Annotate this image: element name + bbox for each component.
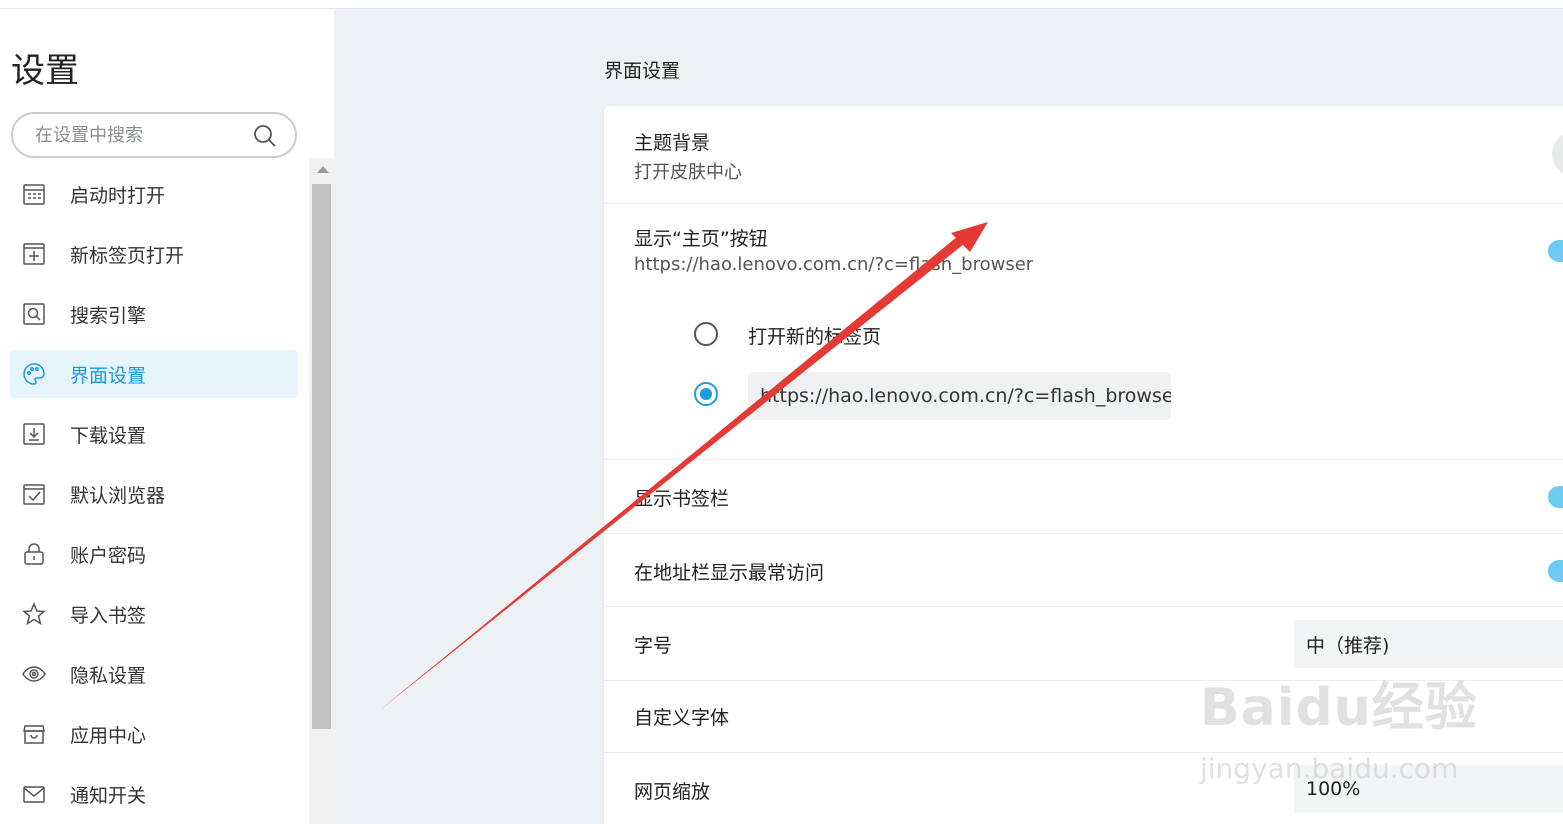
top-border <box>0 0 1563 9</box>
plus-square-icon <box>22 242 46 266</box>
theme-subtitle[interactable]: 打开皮肤中心 <box>634 158 742 184</box>
search-square-icon <box>22 302 46 326</box>
theme-open-button[interactable] <box>1552 132 1563 176</box>
sidebar-item-default-browser[interactable]: 默认浏览器 <box>10 470 298 518</box>
mail-icon <box>22 782 46 806</box>
section-title: 界面设置 <box>604 60 681 82</box>
radio-new-tab-label[interactable]: 打开新的标签页 <box>748 322 881 349</box>
sidebar-item-label: 搜索引擎 <box>70 304 147 327</box>
most-visited-title: 在地址栏显示最常访问 <box>634 562 825 584</box>
sidebar-item-label: 导入书签 <box>70 604 147 627</box>
sidebar-item-notifications[interactable]: 通知开关 <box>10 770 298 818</box>
bookmarks-bar-row: 显示书签栏 <box>604 460 1563 534</box>
sidebar-item-label: 账户密码 <box>70 544 147 567</box>
most-visited-row: 在地址栏显示最常访问 <box>604 534 1563 607</box>
sidebar-item-label: 下载设置 <box>70 424 147 447</box>
watermark-url: jingyan.baidu.com <box>1200 752 1459 785</box>
sidebar-nav: 启动时打开 新标签页打开 搜索引擎 界面设置 下载设置 默认浏览器 账户密码 导… <box>10 170 298 824</box>
check-calendar-icon <box>22 482 46 506</box>
sidebar-item-import-bookmarks[interactable]: 导入书签 <box>10 590 298 638</box>
home-url-input[interactable] <box>748 372 1171 420</box>
scroll-up-arrow-icon[interactable] <box>317 166 329 173</box>
download-icon <box>22 422 46 446</box>
sidebar-item-label: 界面设置 <box>70 364 147 387</box>
sidebar-item-new-tab[interactable]: 新标签页打开 <box>10 230 298 278</box>
eye-icon <box>22 662 46 686</box>
store-icon <box>22 722 46 746</box>
sidebar-item-startup[interactable]: 启动时打开 <box>10 170 298 218</box>
star-icon <box>22 602 46 626</box>
sidebar-item-appearance[interactable]: 界面设置 <box>10 350 298 398</box>
radio-new-tab[interactable] <box>694 322 718 346</box>
home-button-toggle[interactable] <box>1548 240 1563 262</box>
home-button-title: 显示“主页”按钮 <box>634 228 768 250</box>
lock-icon <box>22 542 46 566</box>
theme-title: 主题背景 <box>634 132 711 154</box>
watermark-logo: Baidu经验 <box>1200 678 1478 738</box>
palette-icon <box>22 362 46 386</box>
sidebar-item-label: 隐私设置 <box>70 664 147 687</box>
sidebar-item-label: 新标签页打开 <box>70 244 185 267</box>
custom-font-title: 自定义字体 <box>634 707 730 729</box>
sidebar-item-search-engine[interactable]: 搜索引擎 <box>10 290 298 338</box>
theme-row[interactable]: 主题背景 打开皮肤中心 <box>604 106 1563 204</box>
calendar-grid-icon <box>22 182 46 206</box>
home-button-row: 显示“主页”按钮 https://hao.lenovo.com.cn/?c=fl… <box>604 204 1563 460</box>
font-size-select[interactable]: 中（推荐) <box>1294 620 1563 668</box>
sidebar-item-app-center[interactable]: 应用中心 <box>10 710 298 758</box>
search-icon[interactable] <box>253 124 277 152</box>
home-button-url: https://hao.lenovo.com.cn/?c=flash_brows… <box>634 254 1034 275</box>
scrollbar-thumb[interactable] <box>312 184 331 729</box>
bookmarks-bar-title: 显示书签栏 <box>634 488 730 510</box>
font-size-title: 字号 <box>634 635 673 657</box>
bookmarks-bar-toggle[interactable] <box>1548 486 1563 508</box>
page-zoom-title: 网页缩放 <box>634 781 711 803</box>
sidebar-item-label: 启动时打开 <box>70 184 166 207</box>
most-visited-toggle[interactable] <box>1548 560 1563 582</box>
sidebar-item-passwords[interactable]: 账户密码 <box>10 530 298 578</box>
sidebar-item-downloads[interactable]: 下载设置 <box>10 410 298 458</box>
sidebar-item-label: 应用中心 <box>70 724 147 747</box>
settings-search[interactable] <box>11 112 297 158</box>
sidebar-scrollbar[interactable] <box>309 158 334 824</box>
settings-title: 设置 <box>11 51 79 91</box>
radio-custom-url[interactable] <box>694 382 718 406</box>
sidebar-item-label: 默认浏览器 <box>70 484 166 507</box>
sidebar-item-privacy[interactable]: 隐私设置 <box>10 650 298 698</box>
search-input[interactable] <box>35 124 245 146</box>
sidebar-item-label: 通知开关 <box>70 784 147 807</box>
